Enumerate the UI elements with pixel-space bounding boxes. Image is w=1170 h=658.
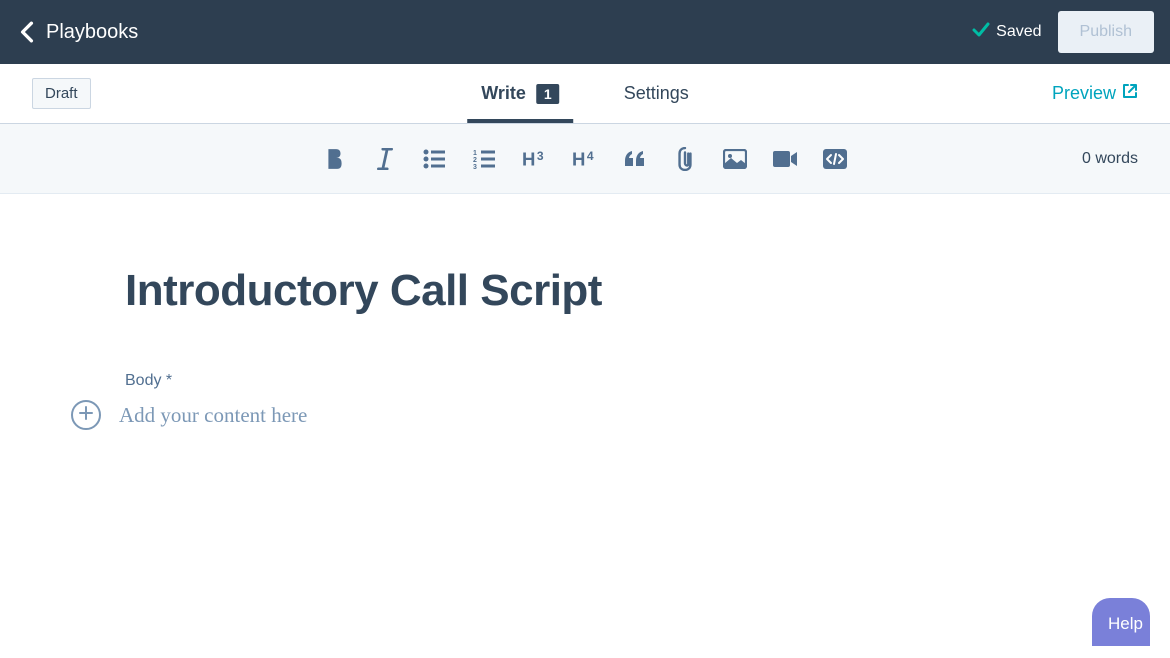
saved-label: Saved — [996, 23, 1041, 41]
ordered-list-icon[interactable]: 123 — [472, 146, 498, 172]
toolbar-tools: 123 H3 H4 — [322, 146, 848, 172]
publish-button[interactable]: Publish — [1058, 11, 1154, 53]
tabs-row: Draft Write 1 Settings Preview — [0, 64, 1170, 124]
tab-badge: 1 — [536, 84, 560, 104]
saved-indicator: Saved — [972, 21, 1041, 44]
editor-content: Introductory Call Script Body * Add your… — [125, 194, 1045, 430]
header-left: Playbooks — [16, 21, 138, 44]
tab-write[interactable]: Write 1 — [467, 64, 573, 123]
svg-text:3: 3 — [473, 164, 477, 169]
svg-text:3: 3 — [537, 148, 544, 162]
body-placeholder[interactable]: Add your content here — [119, 403, 307, 428]
external-link-icon — [1122, 83, 1138, 104]
bold-icon[interactable] — [322, 146, 348, 172]
tab-settings[interactable]: Settings — [610, 64, 703, 123]
editor-toolbar: 123 H3 H4 0 words — [0, 124, 1170, 194]
heading-3-icon[interactable]: H3 — [522, 146, 548, 172]
heading-4-icon[interactable]: H4 — [572, 146, 598, 172]
video-icon[interactable] — [772, 146, 798, 172]
document-title[interactable]: Introductory Call Script — [125, 266, 1045, 316]
page-title[interactable]: Playbooks — [46, 21, 138, 44]
draft-badge: Draft — [32, 78, 91, 109]
tab-label: Write — [481, 83, 526, 104]
tabs-container: Write 1 Settings — [467, 64, 703, 123]
preview-link[interactable]: Preview — [1052, 83, 1138, 104]
italic-icon[interactable] — [372, 146, 398, 172]
svg-text:4: 4 — [587, 148, 594, 162]
bullet-list-icon[interactable] — [422, 146, 448, 172]
tab-label: Settings — [624, 83, 689, 104]
body-section: Body * Add your content here — [125, 372, 1045, 430]
preview-label: Preview — [1052, 83, 1116, 104]
app-header: Playbooks Saved Publish — [0, 0, 1170, 64]
help-button[interactable]: Help — [1092, 598, 1150, 646]
check-icon — [972, 21, 990, 44]
back-chevron-icon[interactable] — [16, 21, 38, 43]
quote-icon[interactable] — [622, 146, 648, 172]
svg-text:2: 2 — [473, 157, 477, 164]
attachment-icon[interactable] — [672, 146, 698, 172]
embed-icon[interactable] — [822, 146, 848, 172]
word-count: 0 words — [1082, 150, 1138, 168]
svg-text:H: H — [522, 148, 535, 169]
add-block-button[interactable] — [71, 400, 101, 430]
image-icon[interactable] — [722, 146, 748, 172]
body-row: Add your content here — [71, 400, 1045, 430]
body-label: Body * — [125, 372, 1045, 390]
svg-text:H: H — [572, 148, 585, 169]
plus-icon — [79, 406, 93, 425]
svg-text:1: 1 — [473, 150, 477, 157]
header-right: Saved Publish — [972, 11, 1154, 53]
